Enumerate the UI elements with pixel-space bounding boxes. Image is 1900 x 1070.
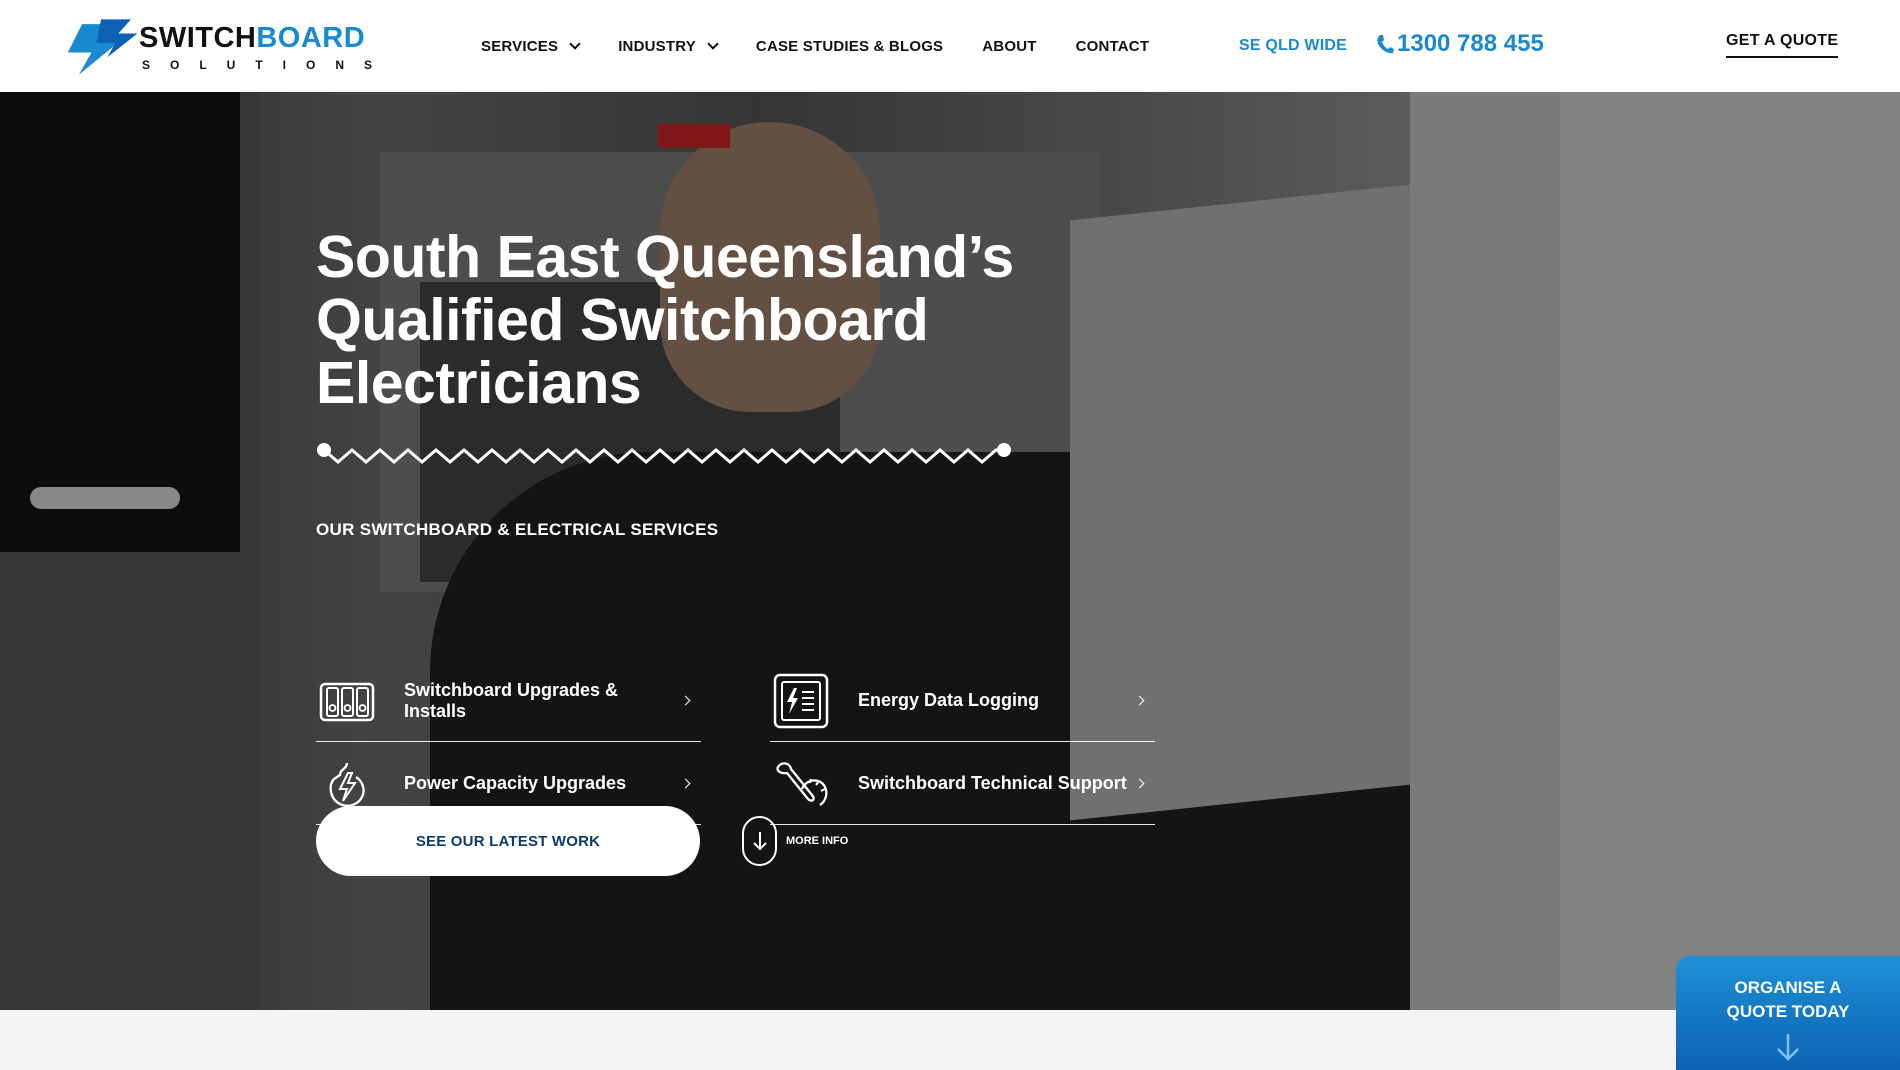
brand-logo[interactable]: SWITCHBOARD SOLUTIONS bbox=[52, 8, 392, 86]
service-switchboard-upgrades[interactable]: Switchboard Upgrades & Installs bbox=[316, 660, 701, 742]
zigzag-divider bbox=[317, 443, 1011, 464]
chevron-down-icon bbox=[569, 38, 581, 50]
organise-quote-label: ORGANISE A QUOTE TODAY bbox=[1726, 978, 1850, 1021]
service-label: Energy Data Logging bbox=[858, 690, 1040, 710]
service-region: SE QLD WIDE bbox=[1239, 37, 1347, 54]
service-energy-data-logging[interactable]: Energy Data Logging bbox=[770, 660, 1155, 742]
lightning-bolt-icon bbox=[67, 19, 138, 75]
nav-about[interactable]: ABOUT bbox=[982, 38, 1036, 55]
brand-name: SWITCHBOARD bbox=[138, 21, 366, 54]
chevron-down-icon bbox=[707, 38, 719, 50]
hero-title: South East Queensland’s Qualified Switch… bbox=[316, 224, 1014, 416]
data-logger-icon bbox=[773, 673, 829, 728]
hero-section: South East Queensland’s Qualified Switch… bbox=[0, 92, 1900, 1010]
more-info-link[interactable]: MORE INFO bbox=[742, 816, 848, 866]
chevron-right-icon bbox=[1134, 695, 1145, 706]
nav-industry[interactable]: INDUSTRY bbox=[618, 38, 719, 55]
nav-contact[interactable]: CONTACT bbox=[1076, 38, 1150, 55]
phone-icon bbox=[1377, 35, 1394, 54]
main-nav: SERVICES INDUSTRY CASE STUDIES & BLOGS A… bbox=[481, 0, 1188, 92]
see-latest-work-button[interactable]: SEE OUR LATEST WORK bbox=[316, 806, 700, 876]
brand-tagline: SOLUTIONS bbox=[141, 57, 392, 72]
switchboard-icon bbox=[319, 682, 375, 721]
chevron-right-icon bbox=[1134, 778, 1145, 789]
phone-link[interactable]: 1300 788 455 bbox=[1376, 30, 1544, 58]
wrench-gauge-icon bbox=[776, 761, 828, 806]
service-label: Switchboard Upgrades & Installs bbox=[404, 679, 619, 721]
more-info-label: MORE INFO bbox=[786, 835, 849, 847]
service-label: Switchboard Technical Support bbox=[858, 773, 1127, 793]
service-technical-support[interactable]: Switchboard Technical Support bbox=[770, 743, 1155, 825]
nav-services[interactable]: SERVICES bbox=[481, 38, 581, 55]
next-section-top bbox=[0, 1010, 1900, 1070]
chevron-right-icon bbox=[680, 695, 691, 706]
scroll-down-icon bbox=[742, 816, 777, 866]
chevron-right-icon bbox=[680, 778, 691, 789]
service-label: Power Capacity Upgrades bbox=[404, 773, 627, 793]
organise-quote-button[interactable]: ORGANISE A QUOTE TODAY bbox=[1676, 956, 1900, 1070]
services-heading: OUR SWITCHBOARD & ELECTRICAL SERVICES bbox=[316, 520, 719, 539]
get-a-quote-link[interactable]: GET A QUOTE bbox=[1726, 32, 1839, 58]
nav-case-studies[interactable]: CASE STUDIES & BLOGS bbox=[756, 38, 943, 55]
site-header: SWITCHBOARD SOLUTIONS SERVICES INDUSTRY … bbox=[0, 0, 1900, 92]
arrow-down-icon bbox=[1777, 1034, 1799, 1061]
power-icon bbox=[329, 762, 365, 807]
